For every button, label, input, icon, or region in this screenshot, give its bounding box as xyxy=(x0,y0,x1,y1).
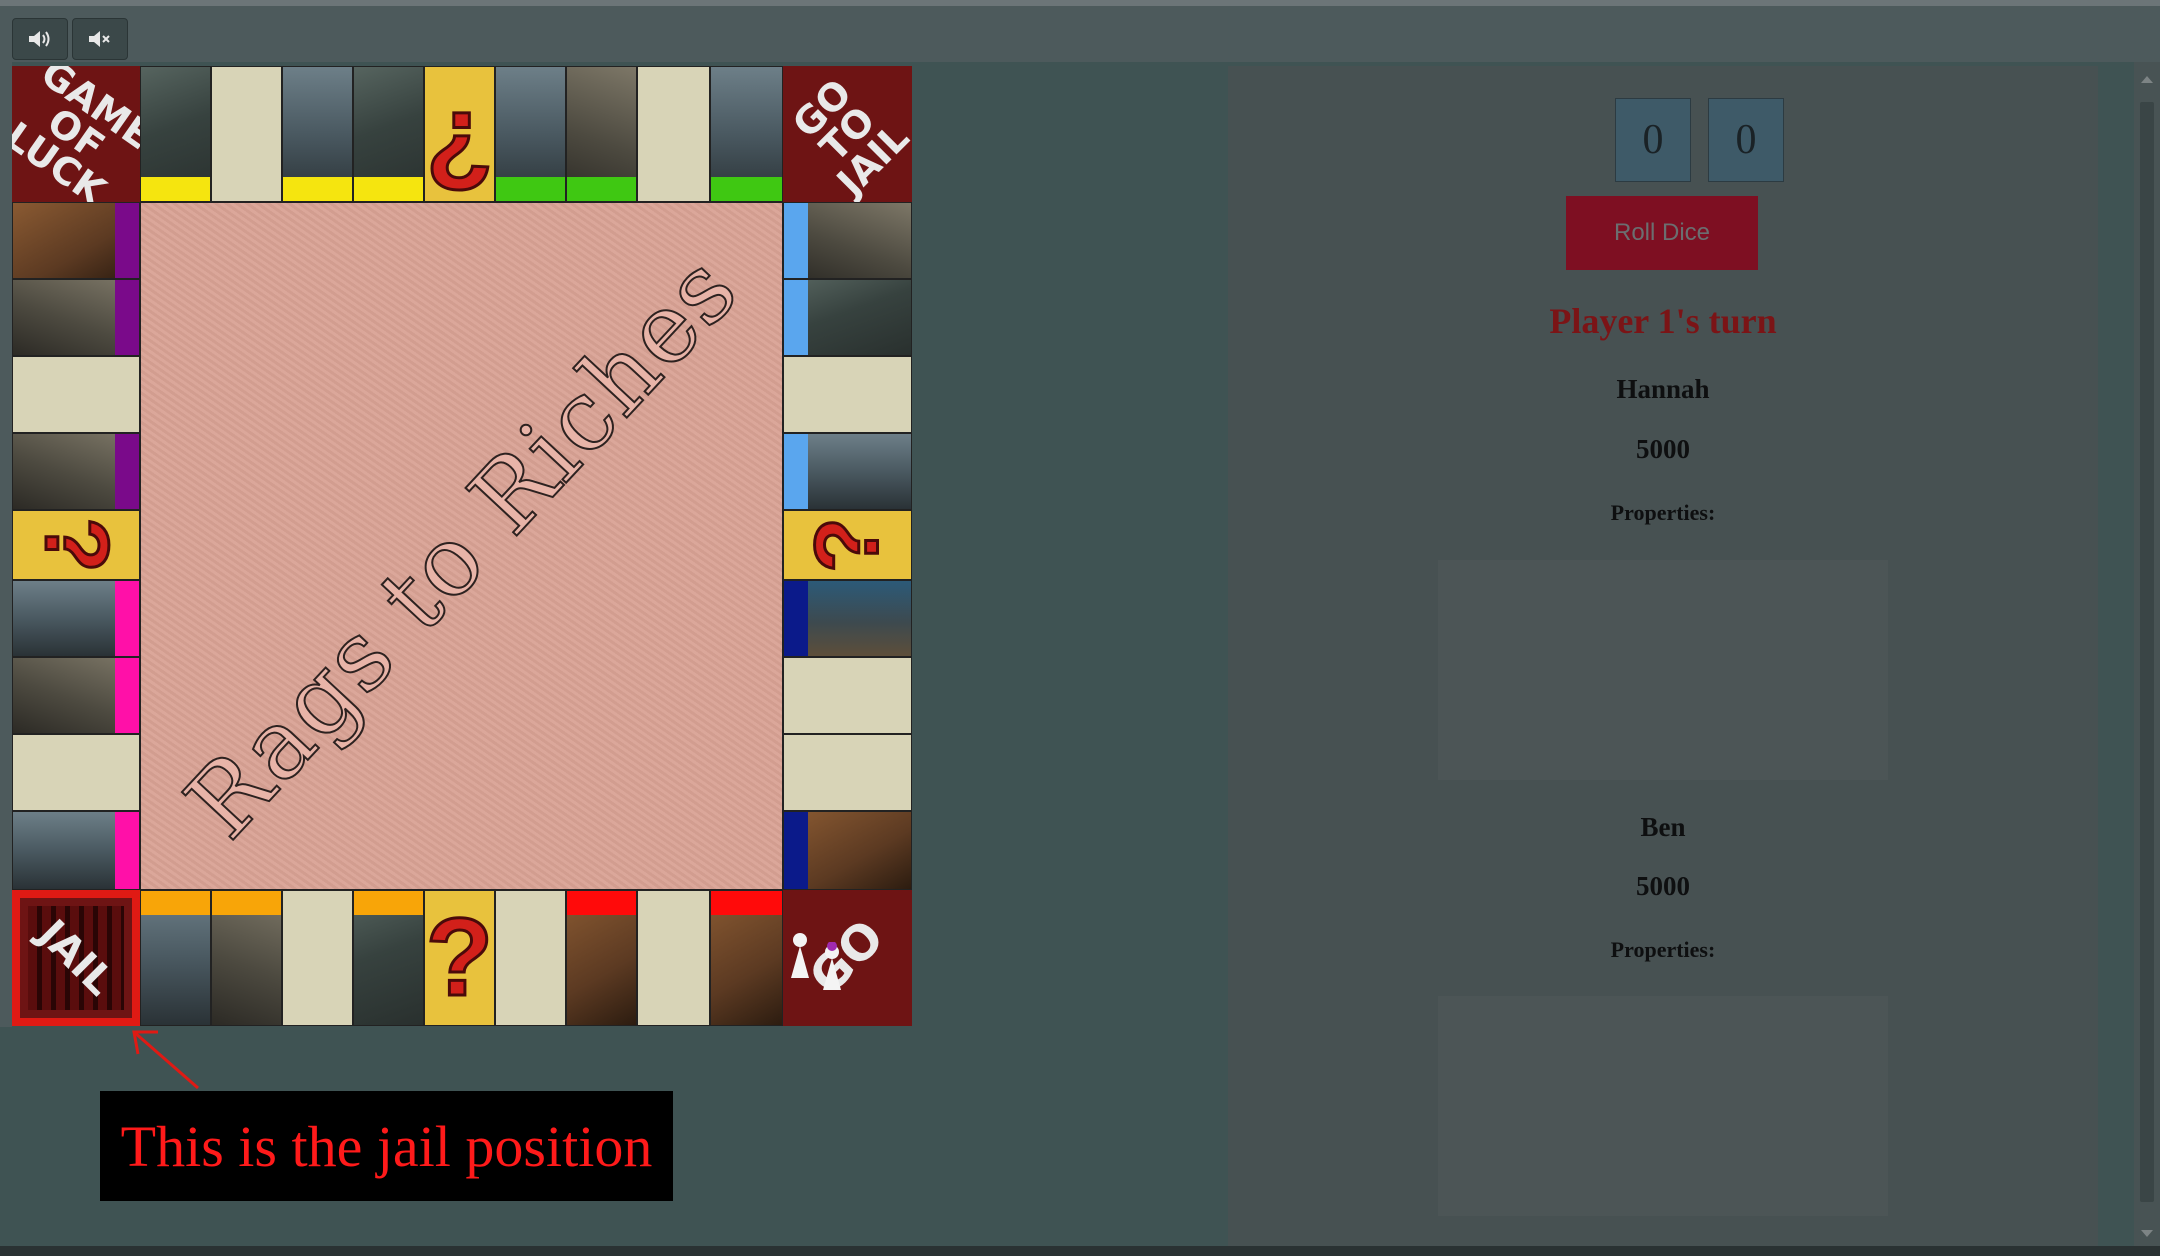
tile-color-band xyxy=(283,177,352,201)
player-token-1[interactable] xyxy=(787,930,813,982)
tile-color-band xyxy=(115,434,139,509)
tile-bottom-9[interactable] xyxy=(710,890,783,1026)
tile-chance-right[interactable]: ? xyxy=(783,510,912,580)
tile-top-3[interactable] xyxy=(282,66,353,202)
tile-color-band xyxy=(141,891,210,915)
tile-bottom-4[interactable] xyxy=(353,890,424,1026)
tile-chance-left[interactable]: ? xyxy=(12,510,140,580)
tile-top-8[interactable] xyxy=(637,66,710,202)
top-toolbar xyxy=(0,0,2160,62)
scrollbar-thumb[interactable] xyxy=(2140,102,2154,1202)
tile-color-band xyxy=(784,434,808,509)
tile-color-band xyxy=(115,812,139,889)
tile-right-3[interactable] xyxy=(783,356,912,433)
tile-bottom-1[interactable] xyxy=(140,890,211,1026)
tile-color-band xyxy=(496,177,565,201)
player-1-properties-list xyxy=(1438,560,1888,780)
tile-top-6[interactable] xyxy=(495,66,566,202)
tile-left-4[interactable] xyxy=(12,433,140,510)
game-board: GAME OF LUCK GO TO JAIL JAIL GO ¿ ? ? ? … xyxy=(12,66,912,1026)
board-center: Rags to Riches xyxy=(140,202,783,890)
board-title: Rags to Riches xyxy=(163,232,760,861)
tile-color-band xyxy=(567,891,636,915)
tile-color-band xyxy=(115,203,139,278)
tile-top-2[interactable] xyxy=(211,66,282,202)
tile-color-band xyxy=(784,581,808,656)
tile-left-1[interactable] xyxy=(12,202,140,279)
player-2-properties-list xyxy=(1438,996,1888,1216)
sound-mute-button[interactable] xyxy=(72,18,128,60)
tile-color-band xyxy=(711,891,782,915)
player-token-2[interactable] xyxy=(819,942,845,994)
speaker-on-icon xyxy=(29,31,50,47)
player-1-money: 5000 xyxy=(1636,434,1690,464)
tile-color-band xyxy=(115,658,139,733)
tile-right-4[interactable] xyxy=(783,433,912,510)
tile-right-2[interactable] xyxy=(783,279,912,356)
corner-go-to-jail-label: GO TO JAIL xyxy=(783,70,912,202)
turn-indicator: Player 1's turn xyxy=(1549,301,1777,341)
tile-right-8[interactable] xyxy=(783,734,912,811)
tile-chance-bottom[interactable]: ? xyxy=(424,890,495,1026)
tile-top-1[interactable] xyxy=(140,66,211,202)
question-mark-icon: ? xyxy=(796,516,899,574)
tile-color-band xyxy=(115,280,139,355)
tile-bottom-8[interactable] xyxy=(637,890,710,1026)
tile-left-9[interactable] xyxy=(12,811,140,890)
corner-go[interactable]: GO xyxy=(783,890,912,1026)
tile-top-4[interactable] xyxy=(353,66,424,202)
scroll-up-icon[interactable] xyxy=(2141,76,2153,83)
player-1-properties-label: Properties: xyxy=(1610,500,1716,525)
corner-jail[interactable]: JAIL xyxy=(12,890,140,1026)
tile-left-8[interactable] xyxy=(12,734,140,811)
tile-color-band xyxy=(141,177,210,201)
tile-right-1[interactable] xyxy=(783,202,912,279)
die-2: 0 xyxy=(1708,98,1784,182)
tile-left-7[interactable] xyxy=(12,657,140,734)
tile-top-9[interactable] xyxy=(710,66,783,202)
tile-color-band xyxy=(354,891,423,915)
scrollbar[interactable] xyxy=(2134,62,2160,1246)
tile-left-3[interactable] xyxy=(12,356,140,433)
tile-bottom-7[interactable] xyxy=(566,890,637,1026)
speaker-mute-icon xyxy=(89,31,110,47)
player-1-name: Hannah xyxy=(1616,374,1710,404)
jail-annotation: This is the jail position xyxy=(100,1091,673,1201)
question-mark-icon: ¿ xyxy=(425,72,494,195)
annotation-arrow-icon xyxy=(132,1030,199,1090)
tile-color-band xyxy=(784,812,808,889)
sound-on-button[interactable] xyxy=(12,18,68,60)
tile-color-band xyxy=(784,280,808,355)
die-1: 0 xyxy=(1615,98,1691,182)
tile-top-7[interactable] xyxy=(566,66,637,202)
player-2-name: Ben xyxy=(1640,812,1686,842)
roll-dice-button[interactable]: Roll Dice xyxy=(1566,196,1758,270)
tile-color-band xyxy=(784,203,808,278)
corner-go-to-jail[interactable]: GO TO JAIL xyxy=(783,66,912,202)
tile-bottom-6[interactable] xyxy=(495,890,566,1026)
tile-color-band xyxy=(567,177,636,201)
tile-bottom-3[interactable] xyxy=(282,890,353,1026)
bottom-bar xyxy=(0,1246,2160,1256)
tile-right-7[interactable] xyxy=(783,657,912,734)
tile-left-2[interactable] xyxy=(12,279,140,356)
question-mark-icon: ? xyxy=(25,516,128,574)
tile-right-9[interactable] xyxy=(783,811,912,890)
tile-right-6[interactable] xyxy=(783,580,912,657)
tile-chance-top[interactable]: ¿ xyxy=(424,66,495,202)
tile-left-6[interactable] xyxy=(12,580,140,657)
scroll-down-icon[interactable] xyxy=(2141,1230,2153,1237)
question-mark-icon: ? xyxy=(425,896,494,1019)
corner-game-of-luck-label: GAME OF LUCK xyxy=(12,66,140,202)
left-edge-strip xyxy=(0,62,12,1027)
tile-color-band xyxy=(354,177,423,201)
tile-color-band xyxy=(115,581,139,656)
tile-bottom-2[interactable] xyxy=(211,890,282,1026)
tile-color-band xyxy=(212,891,281,915)
player-2-money: 5000 xyxy=(1636,871,1690,901)
player-2-properties-label: Properties: xyxy=(1610,937,1716,962)
corner-game-of-luck[interactable]: GAME OF LUCK xyxy=(12,66,140,202)
tile-color-band xyxy=(711,177,782,201)
